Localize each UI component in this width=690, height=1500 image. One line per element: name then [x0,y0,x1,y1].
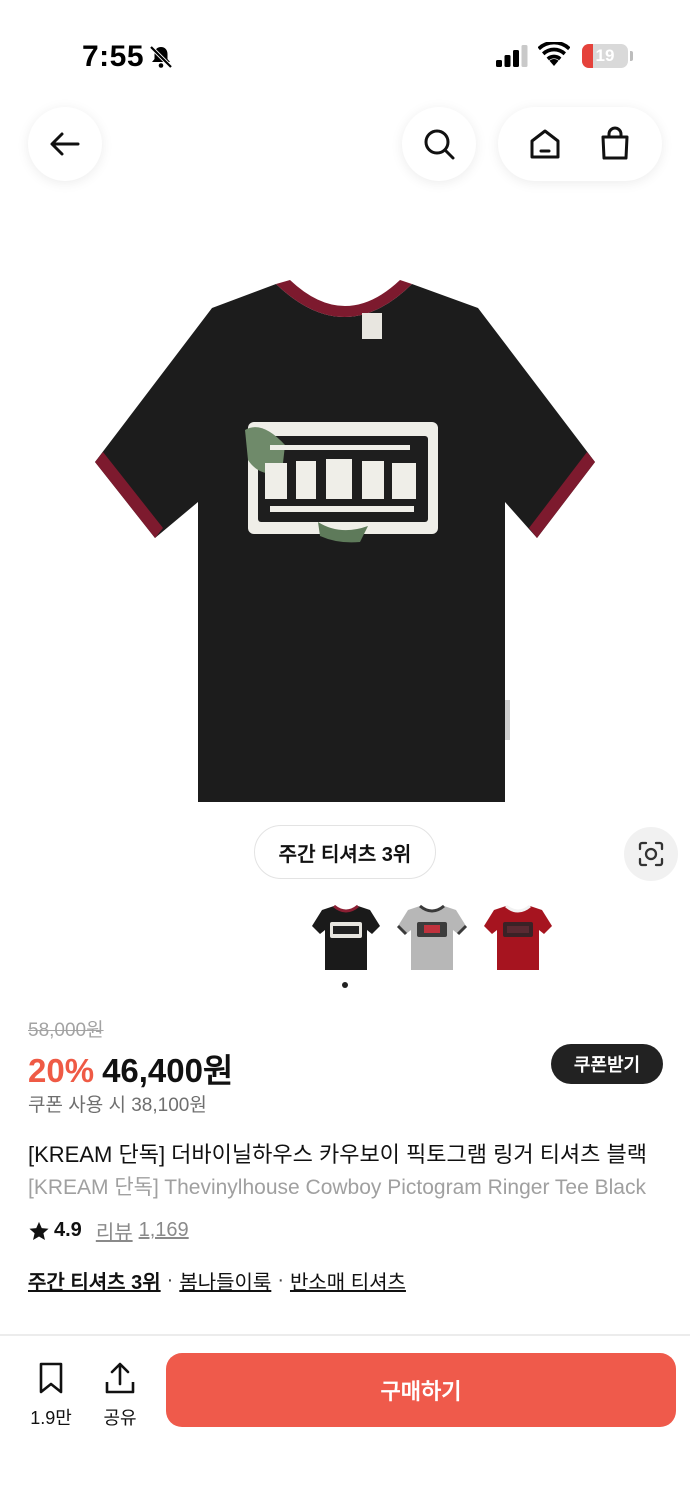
original-price: 58,000원 [28,1020,104,1041]
rank-chip[interactable]: 주간 티셔츠 3위 [254,825,436,879]
status-time: 7:55 [82,40,145,73]
thumbnail-gray[interactable] [396,900,468,976]
back-button[interactable] [28,107,102,181]
share-label: 공유 [103,1408,137,1428]
battery-tip [630,51,633,61]
thumbnail-red[interactable] [482,900,554,976]
product-image[interactable] [0,240,690,820]
nav-actions [498,107,662,181]
cellular-signal-icon [496,45,528,67]
tag-separator: · [277,1269,284,1291]
tag-spring-outing[interactable]: 봄나들이룩 [179,1266,271,1295]
battery-indicator: 19 [582,44,628,68]
tag-weekly-rank[interactable]: 주간 티셔츠 3위 [28,1266,161,1295]
rating-row: 4.9 리뷰 1,169 [28,1216,189,1245]
bookmark-button[interactable]: 1.9만 [21,1360,81,1430]
get-coupon-button[interactable]: 쿠폰받기 [551,1044,663,1084]
visual-search-icon [638,841,664,867]
review-count[interactable]: 1,169 [139,1219,189,1242]
share-button[interactable]: 공유 [90,1360,150,1430]
arrow-left-icon [50,132,80,156]
search-button[interactable] [402,107,476,181]
battery-percent: 19 [595,46,615,65]
status-bar: 7:55 19 [0,0,690,110]
home-button[interactable] [525,124,565,164]
tag-short-sleeve[interactable]: 반소매 티셔츠 [290,1266,406,1295]
tag-separator: · [166,1269,174,1291]
price-row: 20% 46,400원 [28,1044,233,1092]
review-link[interactable]: 리뷰 [96,1216,133,1245]
sale-price: 46,400원 [102,1052,234,1089]
bookmark-count: 1.9만 [30,1408,72,1428]
product-subtitle: [KREAM 단독] Thevinylhouse Cowboy Pictogra… [28,1176,646,1199]
rating-value: 4.9 [54,1219,82,1241]
wifi-icon [538,42,570,66]
gallery-page-indicator [342,982,348,988]
product-title: [KREAM 단독] 더바이닐하우스 카우보이 픽토그램 링거 티셔츠 블랙 [28,1142,648,1167]
visual-search-button[interactable] [624,827,678,881]
star-icon [29,1221,49,1240]
tags-row: 주간 티셔츠 3위 · 봄나들이룩 · 반소매 티셔츠 [28,1266,406,1295]
buy-button[interactable]: 구매하기 [166,1353,676,1427]
shopping-bag-icon [601,126,629,160]
discount-rate: 20% [28,1052,95,1089]
color-thumbnails [0,900,690,976]
home-icon [530,129,560,159]
thumbnail-black[interactable] [310,900,382,976]
divider [0,1334,690,1336]
coupon-price-text: 쿠폰 사용 시 38,100원 [28,1095,207,1116]
search-icon [424,129,455,160]
cart-button[interactable] [595,124,635,164]
graphic-print [245,422,438,543]
silent-bell-icon [149,45,173,69]
bookmark-icon [39,1362,63,1394]
share-icon [105,1362,135,1394]
